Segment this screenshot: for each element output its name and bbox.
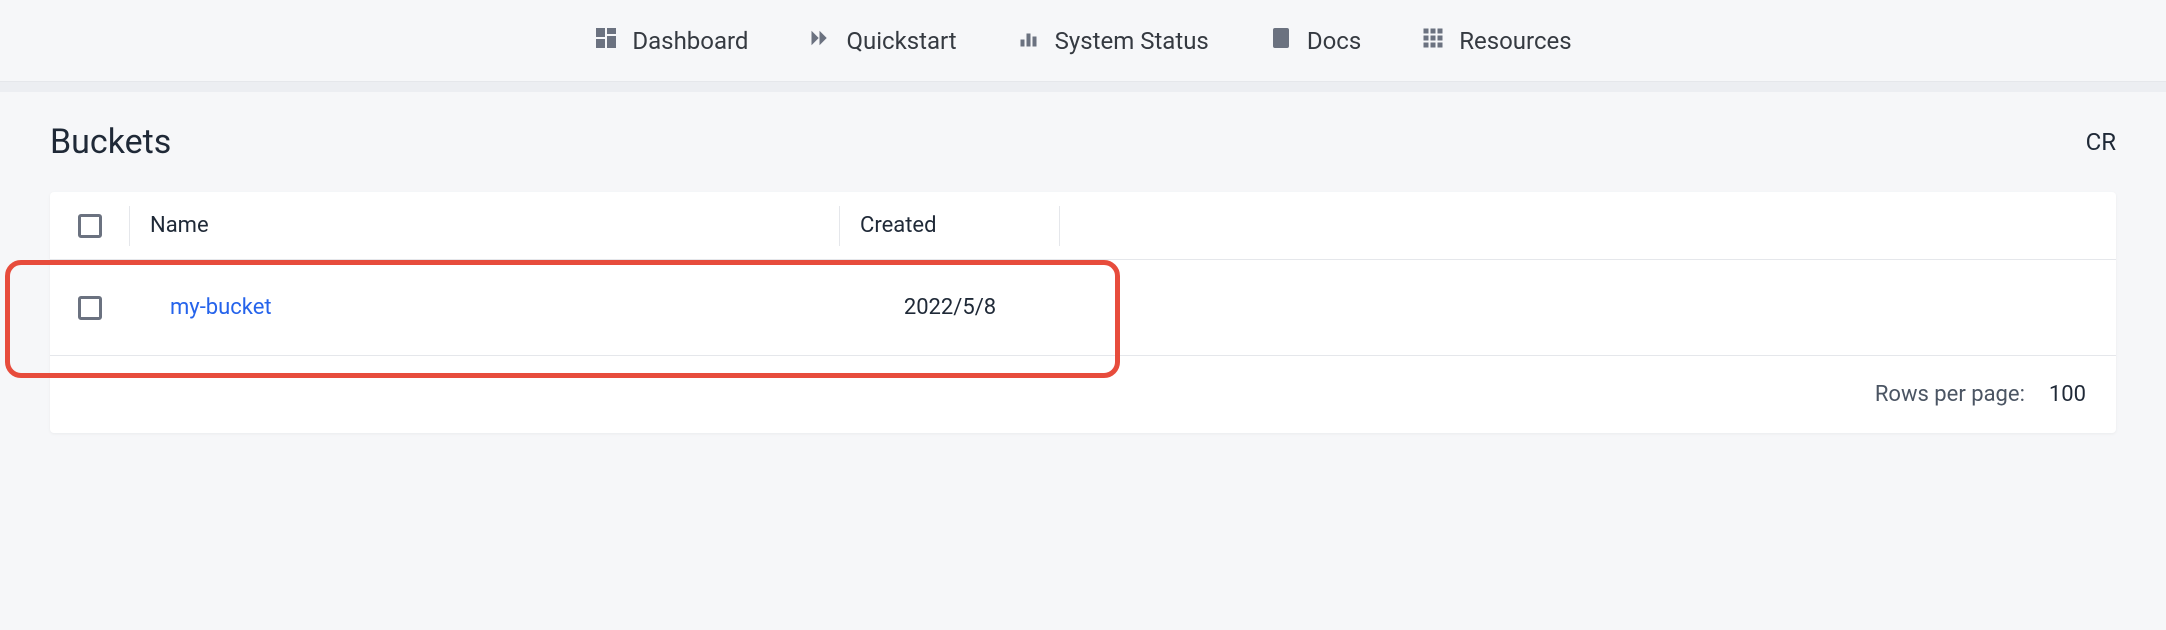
table-row: my-bucket 2022/5/8 [50, 260, 2116, 356]
rows-per-page-label: Rows per page: [1875, 382, 2025, 407]
divider [0, 82, 2166, 92]
row-created-cell: 2022/5/8 [840, 295, 1060, 320]
quickstart-icon [808, 26, 832, 56]
header-name[interactable]: Name [130, 206, 840, 246]
row-name-cell: my-bucket [130, 295, 840, 320]
page-header: Buckets CR [0, 92, 2166, 192]
dashboard-icon [594, 26, 618, 56]
top-navigation: Dashboard Quickstart System Status [0, 0, 2166, 82]
nav-resources-label: Resources [1459, 27, 1571, 55]
header-created[interactable]: Created [840, 206, 1060, 246]
docs-icon [1269, 26, 1293, 56]
buckets-table: Name Created my-bucket 2022/5/8 Rows per… [50, 192, 2116, 433]
nav-quickstart[interactable]: Quickstart [808, 26, 956, 56]
nav-system-status[interactable]: System Status [1017, 26, 1209, 56]
rows-per-page-value[interactable]: 100 [2049, 382, 2086, 407]
bucket-link[interactable]: my-bucket [170, 295, 272, 320]
nav-dashboard[interactable]: Dashboard [594, 26, 748, 56]
select-all-checkbox[interactable] [78, 214, 102, 238]
nav-system-status-label: System Status [1055, 27, 1209, 55]
pagination: Rows per page: 100 [50, 356, 2116, 433]
row-checkbox-cell [50, 296, 130, 320]
nav-resources[interactable]: Resources [1421, 26, 1571, 56]
nav-docs[interactable]: Docs [1269, 26, 1361, 56]
create-button[interactable]: CR [2086, 128, 2116, 156]
nav-dashboard-label: Dashboard [632, 27, 748, 55]
nav-quickstart-label: Quickstart [846, 27, 956, 55]
resources-icon [1421, 26, 1445, 56]
table-header: Name Created [50, 192, 2116, 260]
nav-docs-label: Docs [1307, 27, 1361, 55]
system-status-icon [1017, 26, 1041, 56]
header-checkbox-cell [50, 206, 130, 246]
page-title: Buckets [50, 122, 171, 162]
row-checkbox[interactable] [78, 296, 102, 320]
